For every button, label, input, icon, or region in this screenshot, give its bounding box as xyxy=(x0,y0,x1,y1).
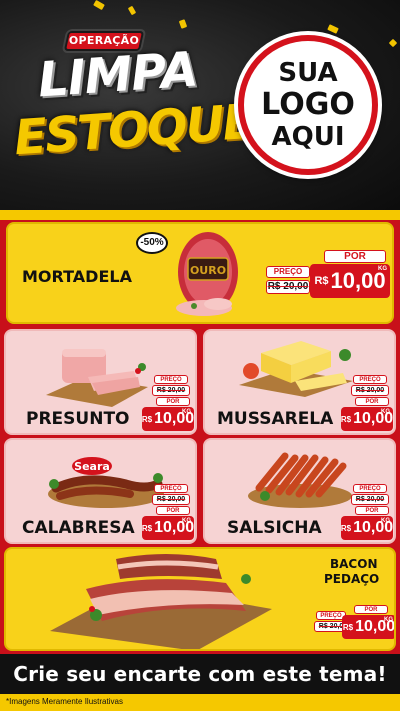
new-price: R$ 10,00 KG xyxy=(142,407,194,431)
product-card-mortadela: MORTADELA OURO PREÇO R$ 20,00 POR R$ 10,0… xyxy=(6,222,394,324)
product-name-line1: BACON xyxy=(330,557,378,571)
product-card-presunto: PRESUNTO PREÇO R$ 20,00 POR R$ 10,00 KG xyxy=(4,329,197,435)
old-price: R$ 20,00 xyxy=(152,494,190,505)
old-price: R$ 20,00 xyxy=(152,385,190,396)
new-price: R$ 10,00 KG xyxy=(341,407,393,431)
product-card-salsicha: SALSICHA PREÇO R$ 20,00 POR R$ 10,00 KG xyxy=(203,438,396,544)
mussarela-image xyxy=(239,341,353,397)
footer-bar: *Imagens Meramente Ilustrativas xyxy=(0,694,400,711)
new-price-label: POR xyxy=(324,250,386,263)
old-price: R$ 20,00 xyxy=(351,494,389,505)
flyer: OPERAÇÃO LIMPA ESTOQUE SUA LOGO AQUI MOR… xyxy=(0,0,400,711)
logo-text-line1: SUA xyxy=(278,58,338,88)
header-banner: OPERAÇÃO LIMPA ESTOQUE SUA LOGO AQUI xyxy=(0,0,400,215)
old-price-label: PREÇO xyxy=(154,484,188,493)
new-price-label: POR xyxy=(156,397,190,406)
old-price: R$ 20,00 xyxy=(351,385,389,396)
new-price: R$ 10,00 KG xyxy=(342,615,394,639)
new-price: R$ 10,00 KG xyxy=(310,264,390,298)
cta-text: Crie seu encarte com este tema! xyxy=(13,662,387,686)
product-card-calabresa: Seara CALABRESA PREÇO R$ 20,00 POR R$ 10,… xyxy=(4,438,197,544)
product-name: SALSICHA xyxy=(227,518,322,538)
yellow-divider xyxy=(0,210,400,220)
confetti xyxy=(93,0,105,11)
new-price-label: POR xyxy=(156,506,190,515)
product-name: MORTADELA xyxy=(22,267,132,286)
brand-label: OURO xyxy=(190,264,226,277)
new-price-label: POR xyxy=(355,506,389,515)
logo-text-line3: AQUI xyxy=(271,122,345,152)
product-name-line2: PEDAÇO xyxy=(324,572,380,586)
cta-bar[interactable]: Crie seu encarte com este tema! xyxy=(0,654,400,694)
old-price-label: PREÇO xyxy=(353,375,387,384)
old-price-label: PREÇO xyxy=(353,484,387,493)
logo-placeholder: SUA LOGO AQUI xyxy=(238,35,378,175)
presunto-image xyxy=(46,349,148,407)
new-price-label: POR xyxy=(354,605,388,614)
old-price-label: PREÇO xyxy=(266,266,310,278)
product-card-bacon: BACON PEDAÇO POR PREÇO R$ 20,00 R$ 10,00 K… xyxy=(4,547,396,651)
logo-text-line2: LOGO xyxy=(261,87,355,122)
disclaimer-note: *Imagens Meramente Ilustrativas xyxy=(6,697,123,706)
headline-limpa: LIMPA xyxy=(36,41,199,109)
confetti xyxy=(127,5,137,16)
confetti xyxy=(327,24,339,34)
product-card-mussarela: MUSSARELA PREÇO R$ 20,00 POR R$ 10,00 KG xyxy=(203,329,396,435)
old-price-label: PREÇO xyxy=(154,375,188,384)
new-price-label: POR xyxy=(355,397,389,406)
discount-badge: -50% xyxy=(136,232,168,254)
brand-logo: Seara xyxy=(74,460,110,473)
mortadela-image: OURO xyxy=(176,232,238,316)
product-name: MUSSARELA xyxy=(217,409,334,429)
product-name: CALABRESA xyxy=(22,518,135,538)
calabresa-image: Seara xyxy=(48,457,164,508)
bacon-image xyxy=(50,554,272,649)
new-price: R$ 10,00 KG xyxy=(341,516,393,540)
product-name: PRESUNTO xyxy=(26,409,130,429)
new-price: R$ 10,00 KG xyxy=(142,516,194,540)
old-price: R$ 20,00 xyxy=(266,280,310,294)
confetti xyxy=(178,19,188,29)
salsicha-image xyxy=(248,452,352,508)
confetti xyxy=(388,38,398,48)
